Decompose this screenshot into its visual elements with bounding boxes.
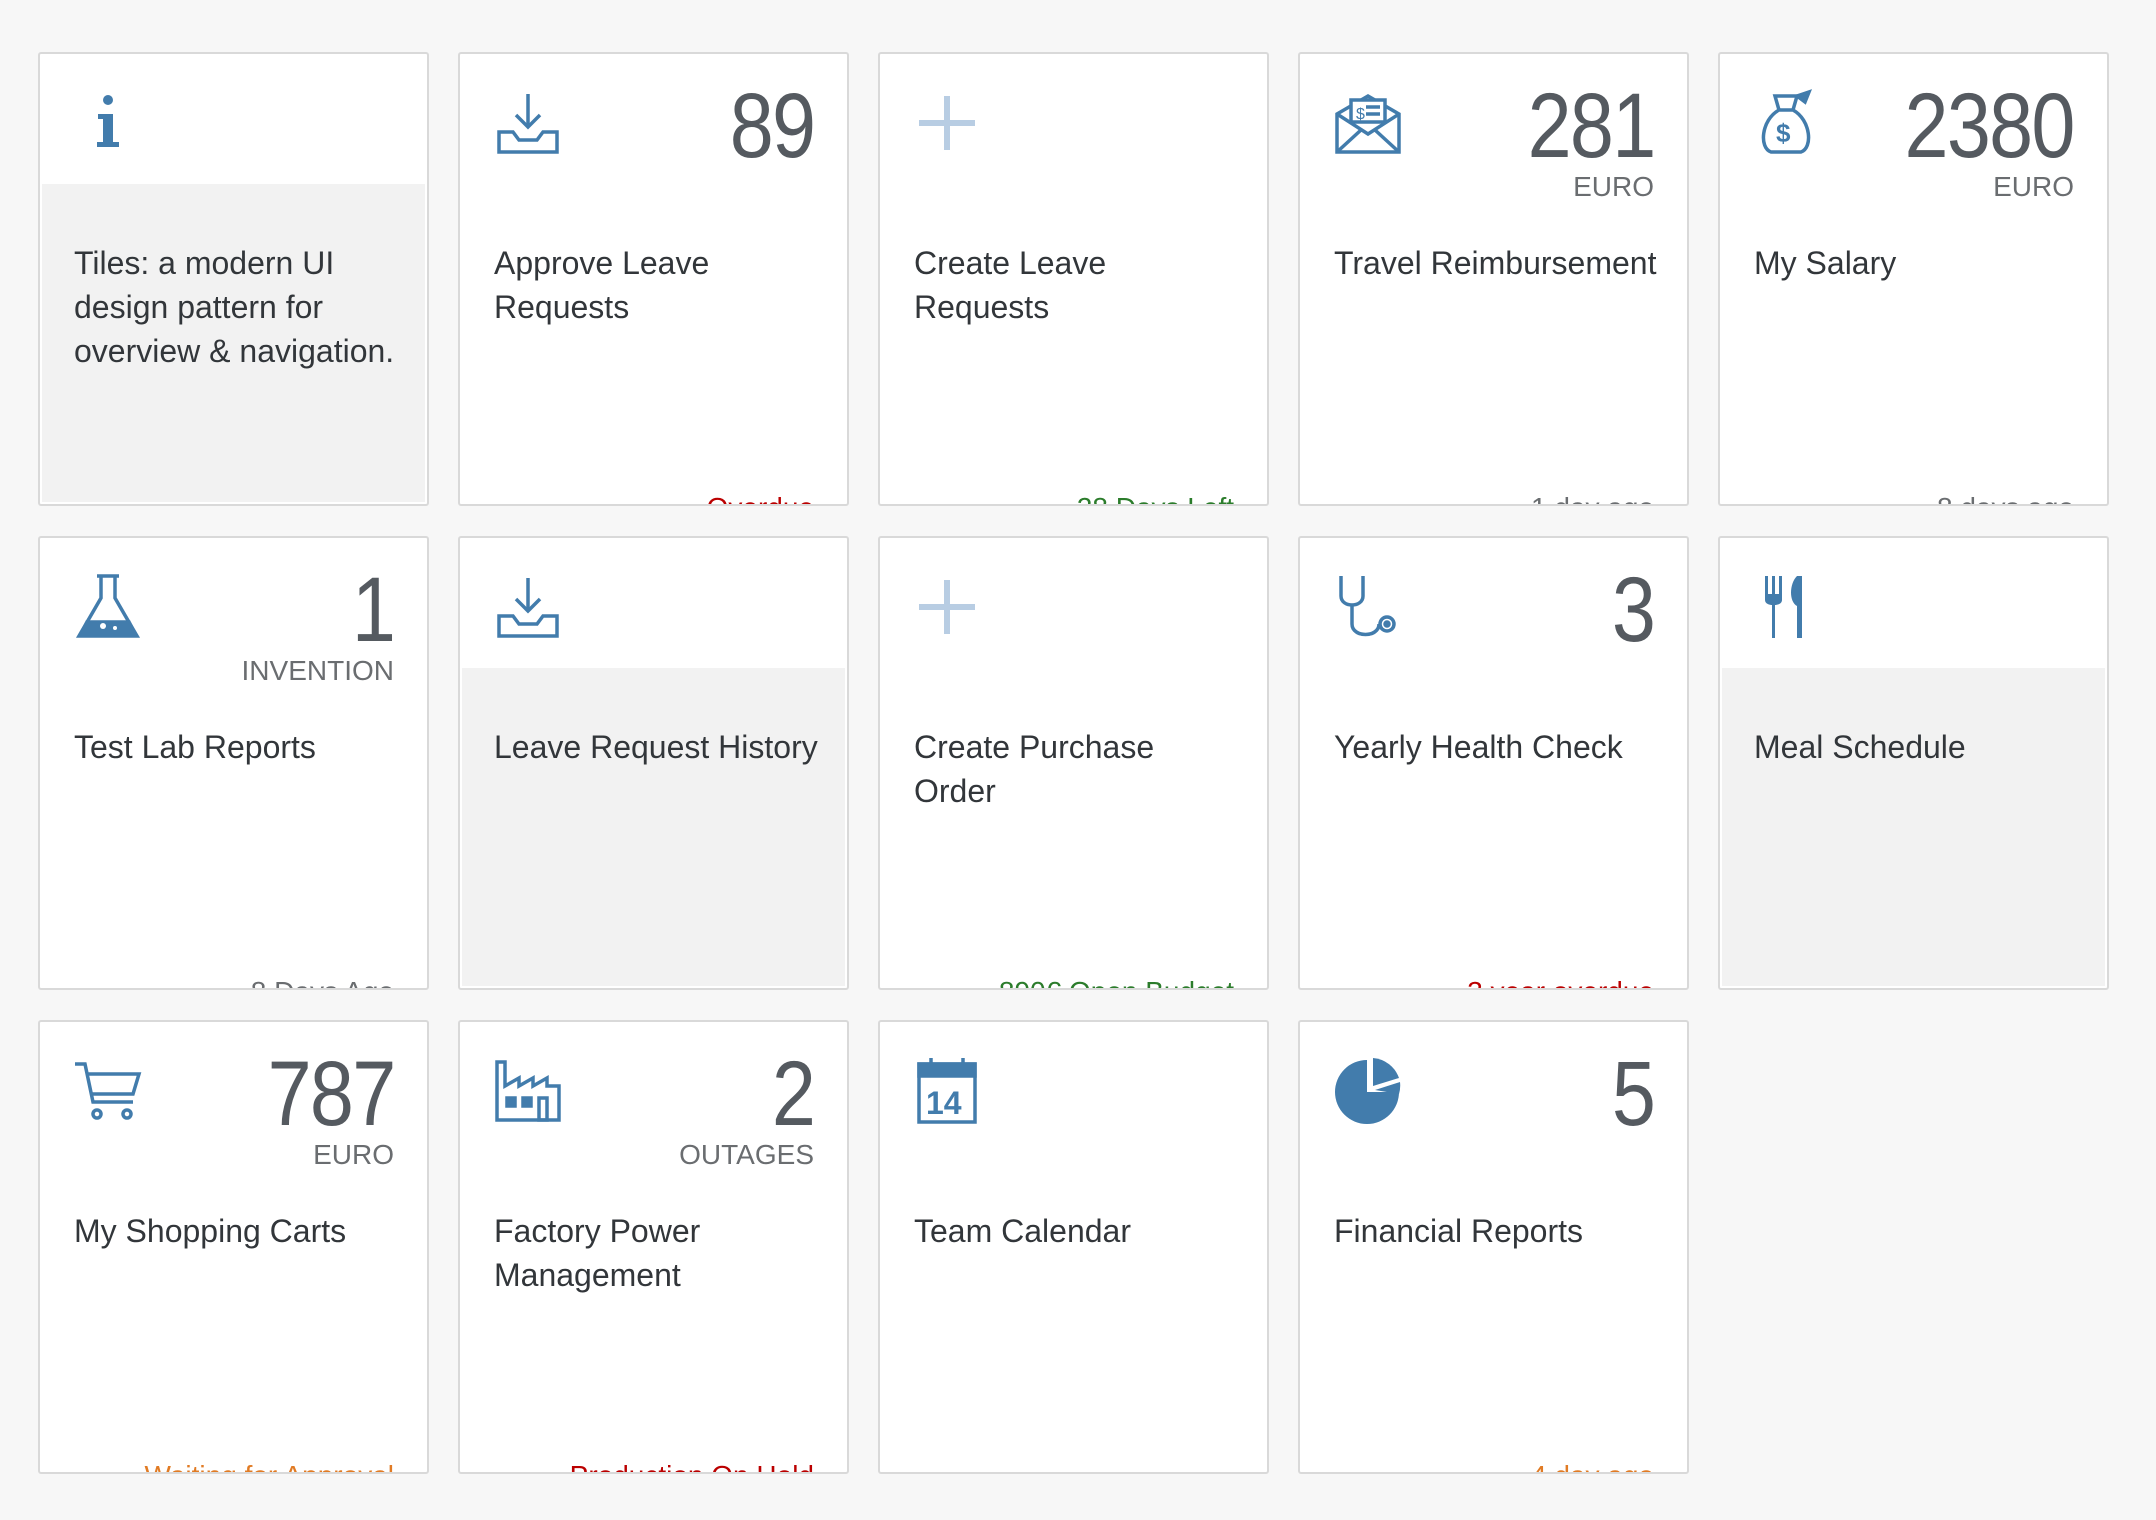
tile-footer-status: 28 Days Left [1077, 491, 1234, 504]
tile-leave-request-history[interactable]: Leave Request History [458, 536, 849, 990]
meal-icon [1753, 572, 1823, 642]
tile-footer-status: 890€ Open Budget [999, 975, 1234, 988]
tile-title: Test Lab Reports [74, 729, 316, 765]
tile-title: Leave Request History [494, 729, 818, 765]
tile-title: Meal Schedule [1754, 729, 1966, 765]
plus-icon [913, 572, 983, 642]
tile-travel-reimbursement[interactable]: $ 281 EURO Travel Reimbursement 1 day ag… [1298, 52, 1689, 506]
tile-create-purchase-order[interactable]: Create Purchase Order 890€ Open Budget [878, 536, 1269, 990]
expense-envelope-icon: $ [1333, 88, 1403, 158]
tile-info[interactable]: Tiles: a modern UI design pattern for ov… [38, 52, 429, 506]
stethoscope-icon [1333, 572, 1403, 642]
tile-footer-status: 8 Days Ago [251, 975, 394, 988]
tile-title: My Salary [1754, 245, 1897, 281]
tile-title: My Shopping Carts [74, 1213, 347, 1249]
tile-body-background [1722, 668, 2105, 986]
tile-financial-reports[interactable]: 5 Financial Reports 4 day ago [1298, 1020, 1689, 1474]
tile-unit: EURO [1573, 171, 1654, 202]
tile-my-salary[interactable]: $ 2380 EURO My Salary 8 days ago [1718, 52, 2109, 506]
tile-my-shopping-carts[interactable]: 787 EURO My Shopping Carts Waiting for A… [38, 1020, 429, 1474]
tile-title: Travel Reimbursement [1334, 245, 1657, 281]
tile-create-leave-requests[interactable]: Create Leave Requests 28 Days Left [878, 52, 1269, 506]
download-tray-icon [493, 88, 563, 158]
calendar-icon: 14 [913, 1056, 983, 1126]
tile-unit: EURO [1993, 171, 2074, 202]
tile-footer-status: Production On Hold [570, 1459, 814, 1472]
tile-footer-status: 3 year overdue [1467, 975, 1654, 988]
tile-number: 5 [1611, 1043, 1656, 1145]
tile-number: 2380 [1904, 75, 2076, 177]
tile-footer-status: 4 day ago [1531, 1459, 1654, 1472]
tile-number: 89 [729, 75, 815, 177]
tile-unit: INVENTION [241, 655, 394, 686]
lab-flask-icon [73, 572, 143, 642]
svg-text:$: $ [1356, 106, 1365, 123]
tile-title: Create Purchase Order [914, 729, 1155, 809]
tile-footer-status: 1 day ago [1531, 491, 1654, 504]
tile-team-calendar[interactable]: 14 Team Calendar [878, 1020, 1269, 1474]
tile-test-lab-reports[interactable]: 1 INVENTION Test Lab Reports 8 Days Ago [38, 536, 429, 990]
tile-title: Factory Power Management [494, 1213, 701, 1293]
tile-unit: EURO [313, 1139, 394, 1170]
tile-number: 3 [1611, 559, 1656, 661]
tile-title: Approve Leave Requests [494, 245, 710, 325]
tile-footer-status: Waiting for Approval [144, 1459, 394, 1472]
tile-footer-status: Overdue [707, 491, 814, 504]
plus-icon [913, 88, 983, 158]
tile-number: 2 [771, 1043, 816, 1145]
tile-title: Create Leave Requests [914, 245, 1107, 325]
tile-number: 1 [351, 559, 396, 661]
info-icon [73, 88, 143, 158]
tile-footer-status: 8 days ago [1937, 491, 2074, 504]
tile-title: Financial Reports [1334, 1213, 1583, 1249]
factory-icon [493, 1056, 563, 1126]
tile-title: Yearly Health Check [1334, 729, 1623, 765]
tile-unit: OUTAGES [679, 1139, 814, 1170]
svg-text:$: $ [1776, 118, 1791, 148]
tile-title: Team Calendar [914, 1213, 1131, 1249]
pie-chart-icon [1333, 1056, 1403, 1126]
tile-factory-power-management[interactable]: 2 OUTAGES Factory Power Management Produ… [458, 1020, 849, 1474]
tile-meal-schedule[interactable]: Meal Schedule [1718, 536, 2109, 990]
tile-body-background [462, 668, 845, 986]
tile-number: 787 [267, 1043, 396, 1145]
money-bag-icon: $ [1753, 88, 1823, 158]
calendar-day: 14 [926, 1085, 962, 1121]
download-tray-icon [493, 572, 563, 642]
tile-number: 281 [1527, 75, 1656, 177]
shopping-cart-icon [73, 1056, 143, 1126]
tile-yearly-health-check[interactable]: 3 Yearly Health Check 3 year overdue [1298, 536, 1689, 990]
tile-title: Tiles: a modern UI design pattern for ov… [74, 245, 395, 369]
tile-approve-leave-requests[interactable]: 89 Approve Leave Requests Overdue [458, 52, 849, 506]
tile-grid: Tiles: a modern UI design pattern for ov… [0, 0, 2156, 1520]
